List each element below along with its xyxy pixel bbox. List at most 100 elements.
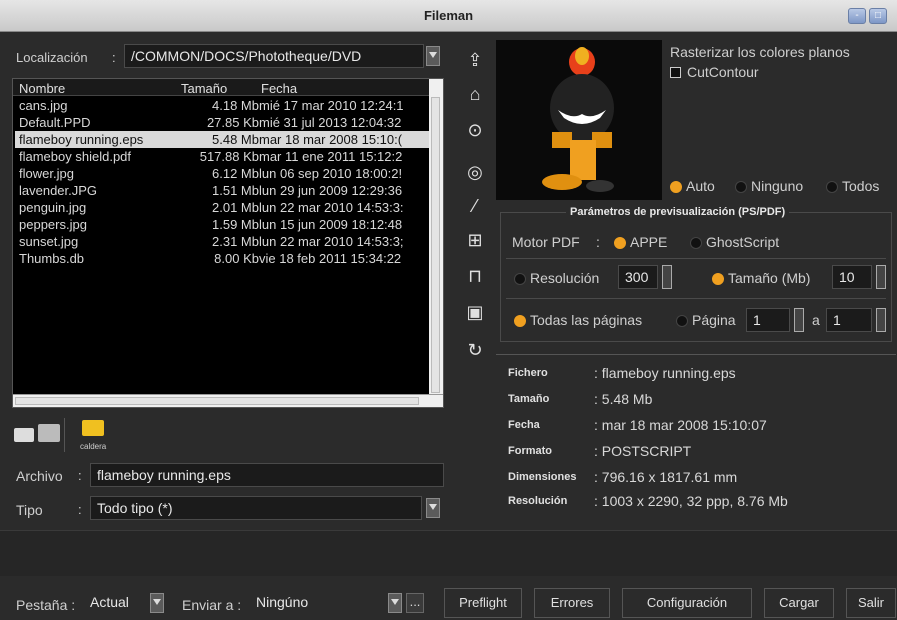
folder-up-icon[interactable]: ⇪	[462, 48, 488, 72]
minimize-button[interactable]: -	[848, 8, 866, 24]
file-row[interactable]: flameboy shield.pdf 517.88 Kb mar 11 ene 2…	[15, 148, 431, 165]
info-dimensiones-key: Dimensiones	[508, 471, 577, 483]
raster-title: Rasterizar los colores planos	[670, 44, 850, 60]
vscroll-thumb[interactable]	[431, 97, 440, 393]
tamano-option[interactable]: Tamaño (Mb)	[712, 270, 810, 286]
resolucion-spinner[interactable]	[662, 265, 672, 289]
tamano-input[interactable]: 10	[832, 265, 872, 289]
location-dropdown-arrow[interactable]	[426, 46, 440, 66]
cutcontour-checkbox[interactable]	[670, 67, 681, 78]
radio-todas-paginas[interactable]	[514, 315, 526, 327]
info-fecha-key: Fecha	[508, 419, 540, 431]
folder-bookmark-icon[interactable]	[14, 428, 34, 442]
pestana-dropdown-arrow[interactable]	[150, 593, 164, 613]
radio-tamano[interactable]	[712, 273, 724, 285]
preflight-button[interactable]: Preflight	[444, 588, 522, 618]
salir-button[interactable]: Salir	[846, 588, 896, 618]
documents-icon[interactable]	[38, 424, 60, 442]
pestana-dropdown[interactable]: Actual	[88, 591, 148, 615]
enviar-dropdown-arrow[interactable]	[388, 593, 402, 613]
maximize-button[interactable]: □	[869, 8, 887, 24]
pagina-option[interactable]: Página	[676, 312, 736, 328]
new-folder-icon[interactable]: ▣	[462, 300, 488, 324]
pagina-to-spinner[interactable]	[876, 308, 886, 332]
refresh-icon[interactable]: ↻	[462, 338, 488, 362]
file-date: lun 15 jun 2009 18:12:48	[259, 217, 403, 232]
radio-resolucion[interactable]	[514, 273, 526, 285]
info-fichero-value: : flameboy running.eps	[594, 365, 736, 381]
tipo-label: Tipo	[16, 502, 43, 518]
raster-todos-option[interactable]: Todos	[826, 178, 879, 194]
pagina-from-input[interactable]: 1	[746, 308, 790, 332]
file-size: 1.59 Mb	[212, 217, 259, 232]
raster-auto-option[interactable]: Auto	[670, 178, 715, 194]
bookmark-divider	[64, 418, 65, 452]
resolucion-input[interactable]: 300	[618, 265, 658, 289]
file-row[interactable]: sunset.jpg 2.31 Mb lun 22 mar 2010 14:53:3…	[15, 233, 431, 250]
appe-option[interactable]: APPE	[614, 234, 667, 250]
resolucion-option[interactable]: Resolución	[514, 270, 599, 286]
info-tamano-value: : 5.48 Mb	[594, 391, 653, 407]
radio-appe[interactable]	[614, 237, 626, 249]
file-size: 1.51 Mb	[212, 183, 259, 198]
location-dropdown[interactable]: /COMMON/DOCS/Phototheque/DVD	[124, 44, 424, 68]
raster-ninguno-option[interactable]: Ninguno	[735, 178, 803, 194]
tipo-dropdown-arrow[interactable]	[426, 498, 440, 518]
caldera-label: caldera	[80, 442, 107, 451]
file-list-header: Nombre Tamaño Fecha	[13, 79, 431, 96]
file-row[interactable]: Thumbs.db 8.00 Kb vie 18 feb 2011 15:34:22	[15, 250, 431, 267]
todas-paginas-option[interactable]: Todas las páginas	[514, 312, 642, 328]
pestana-label: Pestaña :	[16, 597, 76, 613]
header-tamano[interactable]: Tamaño	[181, 81, 227, 96]
file-name: penguin.jpg	[19, 200, 87, 215]
file-name: Default.PPD	[19, 115, 91, 130]
radio-todos[interactable]	[826, 181, 838, 193]
home-icon[interactable]: ⌂	[462, 82, 488, 106]
file-list-hscrollbar[interactable]	[13, 394, 443, 407]
info-resolucion-key: Resolución	[508, 495, 568, 507]
tipo-dropdown[interactable]: Todo tipo (*)	[90, 496, 422, 520]
file-name: flower.jpg	[19, 166, 74, 181]
file-list[interactable]: Nombre Tamaño Fecha cans.jpg 4.18 Mb mié 1…	[12, 78, 444, 408]
file-row[interactable]: Default.PPD 27.85 Kb mié 31 jul 2013 12:04…	[15, 114, 431, 131]
motor-pdf-label: Motor PDF	[512, 234, 580, 250]
header-nombre[interactable]: Nombre	[19, 81, 65, 96]
file-row[interactable]: penguin.jpg 2.01 Mb lun 22 mar 2010 14:53:…	[15, 199, 431, 216]
radio-pagina[interactable]	[676, 315, 688, 327]
hscroll-thumb[interactable]	[15, 397, 419, 405]
file-size: 2.31 Mb	[212, 234, 259, 249]
network-icon[interactable]: ⊞	[462, 228, 488, 252]
pagina-to-input[interactable]: 1	[826, 308, 872, 332]
usb-icon[interactable]: ⁄	[462, 194, 488, 218]
a-label: a	[812, 312, 820, 328]
radio-ninguno[interactable]	[735, 181, 747, 193]
ghostscript-option[interactable]: GhostScript	[690, 234, 779, 250]
caldera-folder-icon[interactable]	[82, 420, 104, 436]
disc-icon[interactable]: ◎	[462, 160, 488, 184]
errores-button[interactable]: Errores	[534, 588, 610, 618]
cutcontour-option[interactable]: CutContour	[670, 64, 759, 80]
cargar-button[interactable]: Cargar	[764, 588, 834, 618]
pagina-label: Página	[692, 312, 736, 328]
file-row[interactable]: peppers.jpg 1.59 Mb lun 15 jun 2009 18:12:…	[15, 216, 431, 233]
file-info-panel: Fichero : flameboy running.eps Tamaño : …	[496, 354, 896, 516]
file-row[interactable]: lavender.JPG 1.51 Mb lun 29 jun 2009 12:29…	[15, 182, 431, 199]
window-icon[interactable]: ⊓	[462, 264, 488, 288]
configuracion-button[interactable]: Configuración	[622, 588, 752, 618]
file-row[interactable]: cans.jpg 4.18 Mb mié 17 mar 2010 12:24:1	[15, 97, 431, 114]
radio-auto[interactable]	[670, 181, 682, 193]
archivo-field[interactable]: flameboy running.eps	[90, 463, 444, 487]
pagina-from-spinner[interactable]	[794, 308, 804, 332]
info-fecha-value: : mar 18 mar 2008 15:10:07	[594, 417, 767, 433]
file-row[interactable]: flower.jpg 6.12 Mb lun 06 sep 2010 18:00:2…	[15, 165, 431, 182]
sync-icon[interactable]: ⊙	[462, 118, 488, 142]
enviar-more-button[interactable]: ...	[406, 593, 424, 613]
header-fecha[interactable]: Fecha	[261, 81, 297, 96]
resolucion-label: Resolución	[530, 270, 600, 286]
tamano-spinner[interactable]	[876, 265, 886, 289]
enviar-dropdown[interactable]: Ningúno	[254, 591, 384, 615]
file-row[interactable]: flameboy running.eps 5.48 Mb mar 18 mar 20…	[15, 131, 431, 148]
radio-ghostscript[interactable]	[690, 237, 702, 249]
info-resolucion-value: : 1003 x 2290, 32 ppp, 8.76 Mb	[594, 493, 788, 509]
file-list-vscrollbar[interactable]	[429, 79, 443, 395]
